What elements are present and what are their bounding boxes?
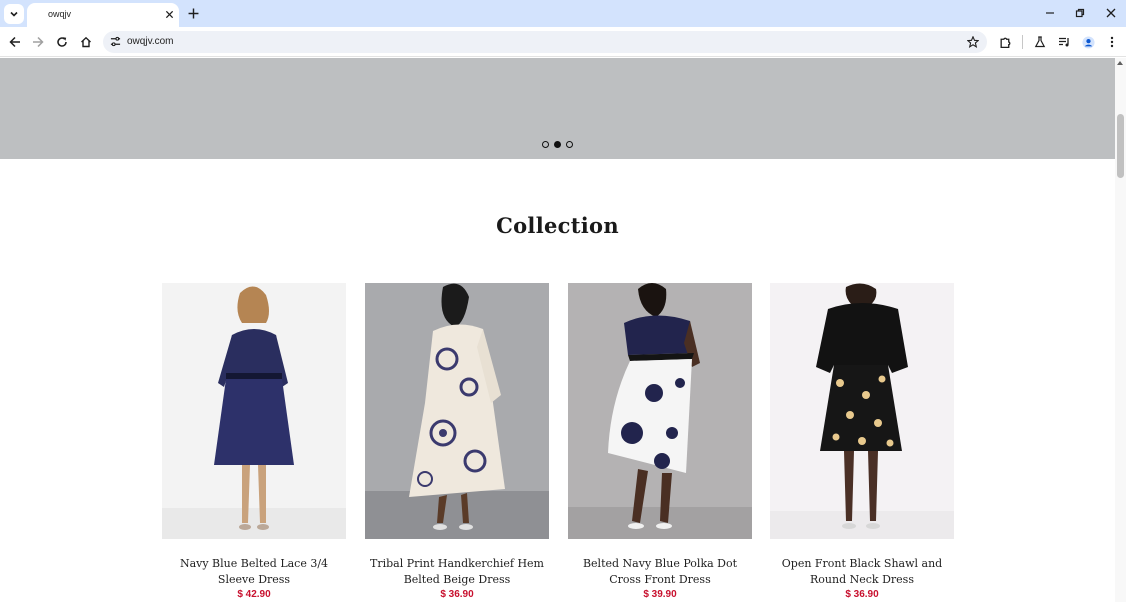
product-image[interactable] — [568, 283, 752, 539]
browser-tab-active[interactable]: owqjv — [27, 3, 179, 27]
home-icon — [81, 36, 91, 48]
close-window-button[interactable] — [1104, 6, 1118, 20]
product-image[interactable] — [162, 283, 346, 539]
product-card[interactable]: Open Front Black Shawl and Round Neck Dr… — [770, 283, 954, 600]
menu-button[interactable] — [1104, 34, 1120, 50]
slider-dot-2[interactable] — [554, 141, 561, 148]
labs-button[interactable] — [1032, 34, 1048, 50]
page-viewport: Collection Navy Blue Belted Lace 3/4 Sle… — [0, 58, 1115, 602]
restore-icon — [1075, 8, 1085, 18]
arrow-right-icon — [33, 36, 44, 48]
product-name[interactable]: Open Front Black Shawl and Round Neck Dr… — [770, 556, 954, 588]
puzzle-icon — [1000, 37, 1010, 48]
site-settings-icon — [110, 36, 121, 47]
product-name[interactable]: Tribal Print Handkerchief Hem Belted Bei… — [365, 556, 549, 588]
close-icon — [1106, 8, 1116, 18]
product-price: $ 36.90 — [440, 589, 474, 600]
tab-search-button[interactable] — [4, 4, 24, 24]
plus-icon — [188, 8, 198, 18]
product-price: $ 39.90 — [643, 589, 677, 600]
product-card[interactable]: Tribal Print Handkerchief Hem Belted Bei… — [365, 283, 549, 600]
product-name[interactable]: Navy Blue Belted Lace 3/4 Sleeve Dress — [162, 556, 346, 588]
address-bar[interactable]: owqjv.com — [103, 31, 987, 53]
forward-button[interactable] — [30, 34, 46, 50]
home-button[interactable] — [78, 34, 94, 50]
url-text: owqjv.com — [127, 36, 174, 47]
page-scrollbar[interactable] — [1115, 58, 1126, 602]
slider-dot-1[interactable] — [542, 141, 549, 148]
product-image[interactable] — [770, 283, 954, 539]
reload-button[interactable] — [54, 34, 70, 50]
product-price: $ 42.90 — [237, 589, 271, 600]
star-icon — [967, 36, 979, 48]
product-card[interactable]: Navy Blue Belted Lace 3/4 Sleeve Dress $… — [162, 283, 346, 600]
back-button[interactable] — [7, 34, 23, 50]
playlist-icon — [1058, 37, 1069, 47]
profile-button[interactable] — [1080, 34, 1096, 50]
close-icon — [165, 10, 173, 18]
slider-dots — [542, 141, 573, 148]
hero-slider — [0, 58, 1115, 159]
restore-button[interactable] — [1073, 6, 1087, 20]
product-name[interactable]: Belted Navy Blue Polka Dot Cross Front D… — [568, 556, 752, 588]
scroll-up-arrow[interactable] — [1117, 61, 1123, 65]
scroll-thumb[interactable] — [1117, 114, 1124, 178]
flask-icon — [1034, 36, 1046, 48]
arrow-left-icon — [9, 36, 20, 48]
tab-close-button[interactable] — [163, 8, 175, 20]
bookmark-button[interactable] — [965, 34, 981, 50]
reload-icon — [57, 37, 67, 47]
slider-dot-3[interactable] — [566, 141, 573, 148]
browser-tabstrip: owqjv — [0, 0, 1126, 27]
new-tab-button[interactable] — [186, 6, 200, 20]
product-price: $ 36.90 — [845, 589, 879, 600]
chevron-down-icon — [10, 11, 18, 17]
collection-title: Collection — [496, 213, 619, 238]
extensions-button[interactable] — [997, 34, 1013, 50]
browser-toolbar: owqjv.com — [0, 27, 1126, 57]
minimize-button[interactable] — [1043, 6, 1057, 20]
media-controls-button[interactable] — [1056, 34, 1072, 50]
toolbar-separator — [1022, 35, 1023, 49]
product-image[interactable] — [365, 283, 549, 539]
minimize-icon — [1046, 12, 1054, 14]
kebab-menu-icon — [1110, 36, 1114, 48]
avatar-icon — [1081, 35, 1095, 49]
tab-title: owqjv — [48, 9, 72, 19]
product-card[interactable]: Belted Navy Blue Polka Dot Cross Front D… — [568, 283, 752, 600]
